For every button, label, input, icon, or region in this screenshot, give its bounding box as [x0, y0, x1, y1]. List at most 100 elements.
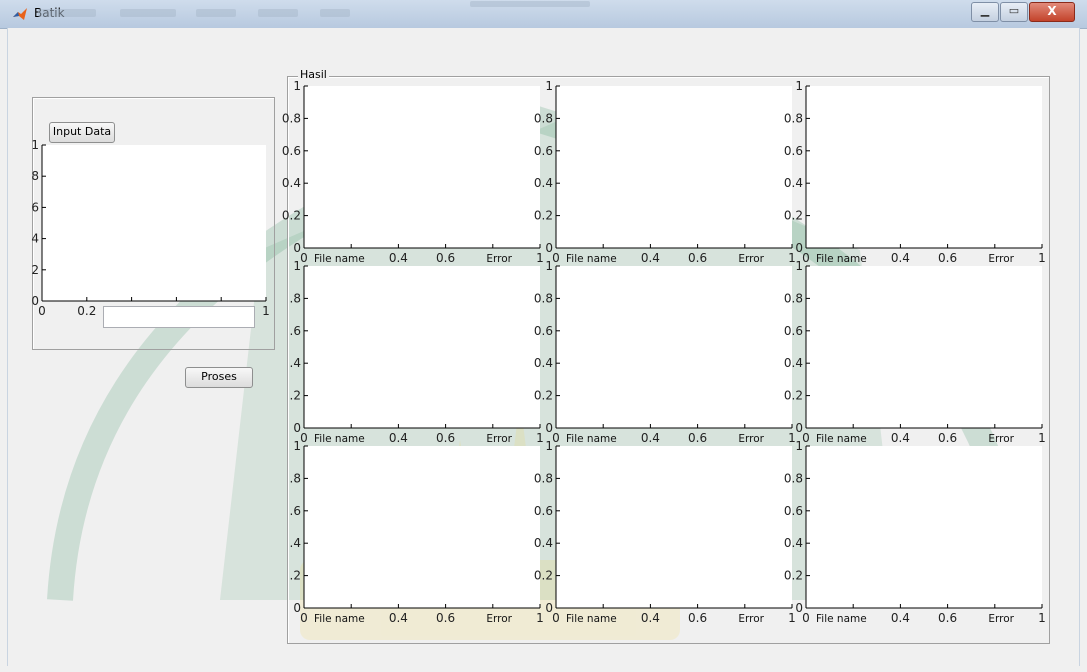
- y-tick-label: .8: [290, 471, 301, 485]
- plot-area: [304, 266, 540, 428]
- result-axes: 0 0.2 0.4 0.6 0.8 1 0 0.4 0.6 1 File name Error: [528, 259, 798, 445]
- plot-area: [806, 266, 1042, 428]
- y-tick-label: 0.4: [534, 536, 553, 550]
- y-tick-label: 0.8: [784, 291, 803, 305]
- plot-area: [806, 86, 1042, 248]
- y-tick-label: 0.2: [282, 209, 301, 223]
- x-axis-label-file-name: File name: [566, 613, 617, 625]
- y-tick-label: 1: [545, 79, 553, 93]
- x-tick-label: 0.6: [688, 611, 707, 625]
- y-tick-label: 1: [545, 259, 553, 273]
- minimize-button[interactable]: ▁: [971, 2, 999, 22]
- x-axis-label-file-name: File name: [816, 613, 867, 625]
- plot-area: [304, 446, 540, 608]
- x-axis-label-error: Error: [486, 613, 512, 625]
- y-tick-label: 0.8: [282, 111, 301, 125]
- menu-item-faint[interactable]: [196, 9, 236, 17]
- y-tick-label: 0.6: [534, 504, 553, 518]
- x-axis-label-file-name: File name: [314, 613, 365, 625]
- y-tick-label: .2: [290, 569, 301, 583]
- plot-area: [304, 86, 540, 248]
- y-tick-label: 1: [293, 259, 301, 273]
- y-tick-label: 0.6: [784, 324, 803, 338]
- y-tick-label: 0.4: [784, 356, 803, 370]
- x-tick-label: 0: [552, 611, 560, 625]
- y-tick-label: 0.2: [784, 209, 803, 223]
- axes-svg: 0.2.4.6.810 0.4 0.6 1File name Error: [290, 259, 544, 445]
- y-tick-label: 0.8: [534, 111, 553, 125]
- y-tick-label: 0.6: [784, 504, 803, 518]
- minimize-icon: ▁: [980, 4, 990, 17]
- x-tick-label: 0: [802, 611, 810, 625]
- y-tick-label: 0.8: [784, 471, 803, 485]
- result-axes: 0.2.4.6.8 1 0 0.4 0.6 1 File name Error: [276, 259, 546, 445]
- y-tick-label: .6: [290, 504, 301, 518]
- y-tick-label: 0.4: [784, 176, 803, 190]
- maximize-button[interactable]: ▭: [1000, 2, 1028, 22]
- x-tick-label: 1: [1038, 611, 1046, 625]
- input-image-axes: 02468100.20.40.60.81: [28, 138, 278, 318]
- y-tick-label: 0.8: [784, 111, 803, 125]
- x-tick-label: 0.6: [436, 611, 455, 625]
- matlab-icon: [13, 8, 27, 20]
- x-axis-label-error: Error: [988, 613, 1014, 625]
- plot-area: [42, 145, 266, 301]
- axes-svg: 00.20.40.60.810 0.4 0.6 1File name Error: [534, 439, 796, 625]
- x-tick-label: 0.4: [389, 611, 408, 625]
- y-tick-label: 1: [545, 439, 553, 453]
- result-axes: 0 0.2 0.4 0.6 0.8 1 0 0.4 0.6 1 File name Error: [778, 259, 1048, 445]
- y-tick-label: .8: [290, 291, 301, 305]
- axes-svg: 00.20.40.60.810 0.4 0.6 1File name Error: [784, 79, 1046, 265]
- axes-svg: 00.20.40.60.810 0.4 0.6 1File name Error: [534, 259, 796, 445]
- y-tick-label: 0.6: [534, 324, 553, 338]
- y-tick-label: .6: [290, 324, 301, 338]
- file-path-field[interactable]: [103, 306, 255, 328]
- y-tick-label: .4: [290, 536, 301, 550]
- x-tick-label: 0: [38, 304, 46, 318]
- y-tick-label: 1: [293, 79, 301, 93]
- y-tick-label: 0.2: [534, 389, 553, 403]
- plot-area: [556, 446, 792, 608]
- close-button[interactable]: X: [1029, 2, 1075, 22]
- x-axis-label-error: Error: [738, 613, 764, 625]
- axes-svg: 00.20.40.60.810 0.4 0.6 1File name Error: [282, 79, 544, 265]
- x-tick-label: 0.2: [77, 304, 96, 318]
- menu-item-faint[interactable]: [258, 9, 298, 17]
- result-axes: 0 0.2 0.4 0.6 0.8 1 0 0.4 0.6 1 File name Error: [276, 79, 546, 265]
- y-tick-label: 1: [795, 79, 803, 93]
- proses-button[interactable]: Proses: [185, 367, 253, 388]
- x-tick-label: 0.4: [641, 611, 660, 625]
- faint-header-text: [470, 1, 590, 7]
- y-tick-label: 6: [31, 200, 39, 214]
- axes-svg: 02468100.20.40.60.81: [31, 138, 270, 318]
- plot-area: [556, 266, 792, 428]
- close-icon: X: [1047, 4, 1057, 18]
- plot-area: [806, 446, 1042, 608]
- y-tick-label: 0.2: [534, 209, 553, 223]
- menu-item-faint[interactable]: [38, 9, 96, 17]
- x-tick-label: 0.4: [891, 611, 910, 625]
- axes-svg: 00.20.40.60.810 0.4 0.6 1File name Error: [784, 259, 1046, 445]
- result-axes: 0.2.4.6.8 1 0 0.4 0.6 1 File name Error: [276, 439, 546, 625]
- y-tick-label: 0.4: [784, 536, 803, 550]
- y-tick-label: .4: [290, 356, 301, 370]
- menu-item-faint[interactable]: [320, 9, 350, 17]
- y-tick-label: 1: [31, 138, 39, 152]
- y-tick-label: 0.2: [784, 569, 803, 583]
- y-tick-label: 1: [795, 439, 803, 453]
- y-tick-label: .2: [290, 389, 301, 403]
- y-tick-label: 1: [795, 259, 803, 273]
- x-tick-label: 0.6: [938, 611, 957, 625]
- result-axes: 0 0.2 0.4 0.6 0.8 1 0 0.4 0.6 1 File name Error: [778, 439, 1048, 625]
- y-tick-label: 0.4: [282, 176, 301, 190]
- x-tick-label: 1: [262, 304, 270, 318]
- x-tick-label: 0: [300, 611, 308, 625]
- result-axes: 0 0.2 0.4 0.6 0.8 1 0 0.4 0.6 1 File name Error: [778, 79, 1048, 265]
- y-tick-label: 0.6: [282, 144, 301, 158]
- menu-item-faint[interactable]: [120, 9, 176, 17]
- plot-area: [556, 86, 792, 248]
- caption-buttons: ▁ ▭ X: [970, 2, 1075, 22]
- y-tick-label: 0.2: [784, 389, 803, 403]
- axes-svg: 00.20.40.60.810 0.4 0.6 1File name Error: [784, 439, 1046, 625]
- title-bar: Batik ▁ ▭ X: [0, 0, 1087, 29]
